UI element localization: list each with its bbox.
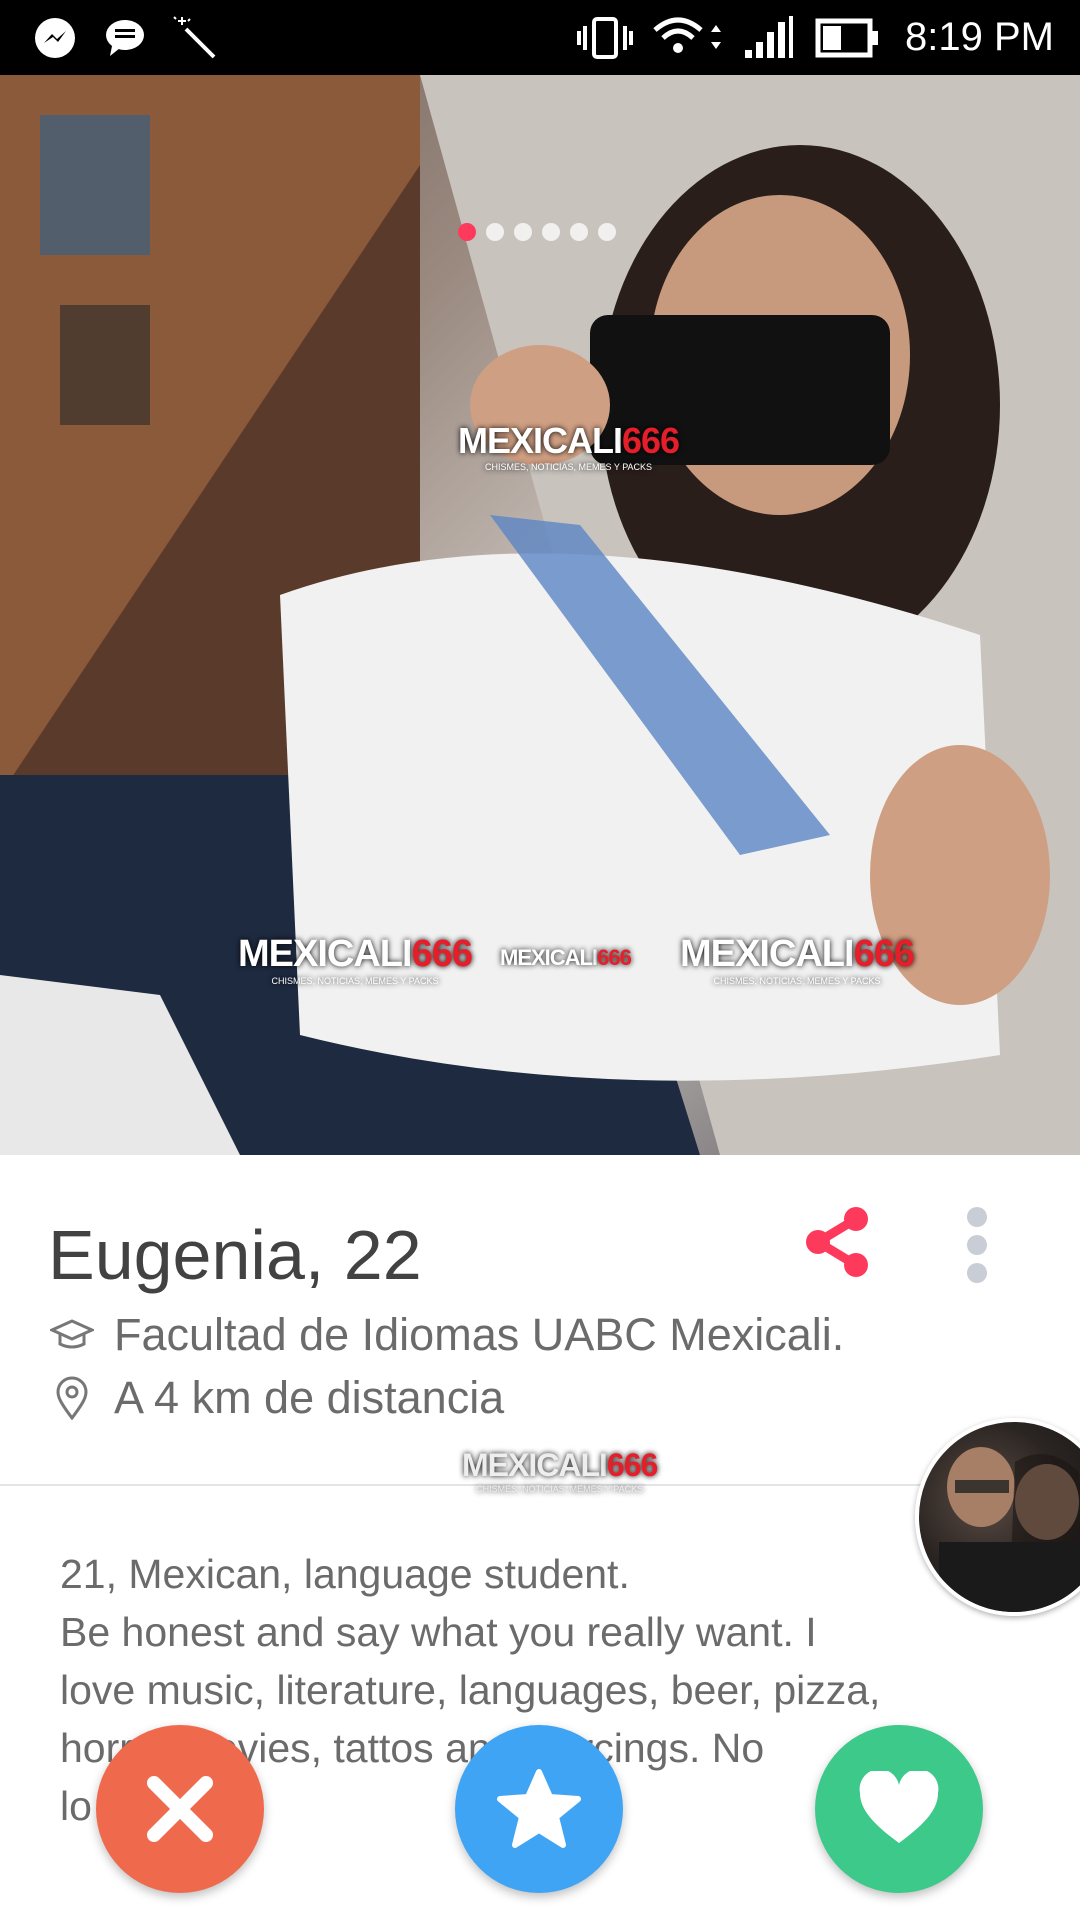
- watermark: MEXICALI666: [500, 945, 632, 970]
- bio-line: love music, literature, languages, beer,…: [60, 1667, 881, 1713]
- school-row: Facultad de Idiomas UABC Mexicali.: [48, 1305, 844, 1365]
- photo-dot[interactable]: [598, 223, 616, 241]
- vibrate-icon: [575, 0, 635, 75]
- signal-icon: [740, 0, 800, 75]
- profile-name-age: Eugenia, 22: [48, 1216, 422, 1294]
- watermark: MEXICALI666 CHISMES, NOTICIAS, MEMES Y P…: [680, 933, 915, 986]
- school-text: Facultad de Idiomas UABC Mexicali.: [114, 1309, 845, 1360]
- nope-button[interactable]: [96, 1725, 264, 1893]
- photo-pagination: [458, 223, 616, 241]
- heart-icon: [859, 1771, 939, 1843]
- close-x-icon: [147, 1776, 213, 1842]
- messenger-icon: [30, 0, 80, 75]
- clock-time: 8:19 PM: [905, 15, 1054, 59]
- graduation-cap-icon: [48, 1311, 96, 1359]
- more-options-button[interactable]: [965, 1205, 989, 1310]
- photo-dot[interactable]: [458, 223, 476, 241]
- watermark: MEXICALI666 CHISMES, NOTICIAS, MEMES Y P…: [462, 1447, 658, 1494]
- profile-photo[interactable]: MEXICALI666 CHISMES, NOTICIAS, MEMES Y P…: [0, 75, 1080, 1155]
- wifi-icon: [648, 0, 728, 75]
- more-vertical-icon: [967, 1207, 987, 1283]
- magic-wand-icon: [170, 0, 220, 75]
- photo-dot[interactable]: [486, 223, 504, 241]
- share-button[interactable]: [800, 1205, 875, 1280]
- bio-line: Be honest and say what you really want. …: [60, 1609, 817, 1655]
- watermark: MEXICALI666 CHISMES, NOTICIAS, MEMES Y P…: [458, 420, 680, 472]
- distance-text: A 4 km de distancia: [114, 1372, 505, 1423]
- chat-icon: [100, 0, 150, 75]
- location-pin-icon: [48, 1374, 96, 1422]
- battery-icon: [812, 0, 884, 75]
- status-bar: 8:19 PM: [0, 0, 1080, 75]
- bio-line: 21, Mexican, language student.: [60, 1551, 630, 1597]
- photo-dot[interactable]: [570, 223, 588, 241]
- photo-dot[interactable]: [542, 223, 560, 241]
- super-like-button[interactable]: [455, 1725, 623, 1893]
- watermark: MEXICALI666 CHISMES, NOTICIAS, MEMES Y P…: [238, 933, 473, 986]
- photo-dot[interactable]: [514, 223, 532, 241]
- share-icon: [806, 1207, 868, 1277]
- like-button[interactable]: [815, 1725, 983, 1893]
- star-icon: [497, 1769, 581, 1848]
- distance-row: A 4 km de distancia: [48, 1368, 504, 1428]
